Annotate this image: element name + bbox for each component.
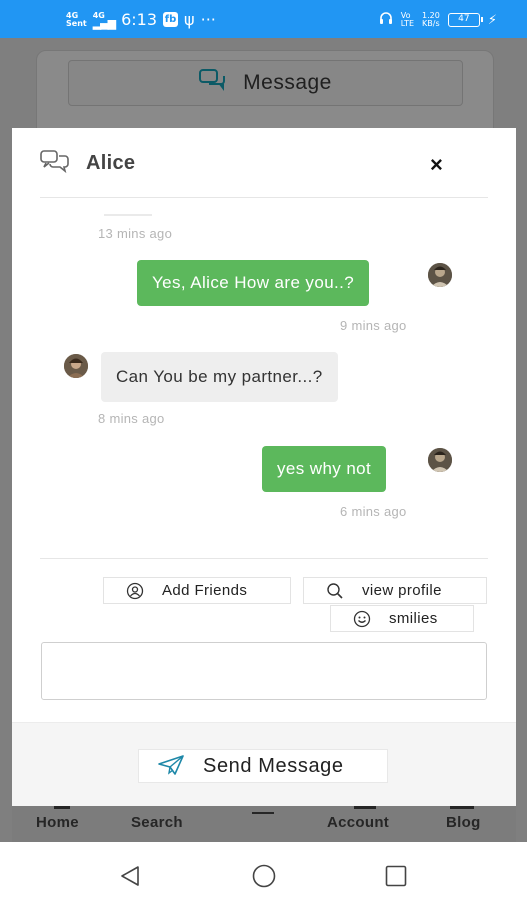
signal-icon: ▂▄▆ (92, 16, 116, 30)
view-profile-label: view profile (362, 582, 442, 599)
avatar (428, 263, 452, 287)
message-list[interactable]: 13 mins ago Yes, Alice How are you..? 9 … (12, 200, 516, 556)
paper-plane-icon (157, 754, 187, 778)
search-icon (326, 582, 344, 600)
battery-icon: 47 (447, 13, 483, 27)
recents-icon[interactable] (385, 865, 407, 892)
outgoing-message: Yes, Alice How are you..? (137, 260, 370, 306)
back-icon[interactable] (118, 864, 142, 893)
view-profile-button[interactable]: view profile (303, 577, 487, 604)
home-icon (54, 806, 70, 809)
avatar (64, 354, 88, 378)
menu-icon[interactable] (252, 812, 274, 814)
send-message-label: Send Message (203, 754, 344, 777)
account-icon (354, 806, 376, 809)
charging-icon: ⚡ (487, 12, 497, 28)
more-notifications-icon: ··· (200, 10, 216, 29)
network-1-label: Sent (66, 18, 87, 28)
nav-account[interactable]: Account (327, 814, 389, 831)
blog-icon (450, 806, 474, 809)
usb-icon: ψ (184, 10, 195, 29)
speed-unit: KB/s (422, 19, 440, 28)
network-indicator-2: 4G ▂▄▆ (92, 11, 116, 30)
background-message-label: Message (243, 71, 332, 94)
message-time: 6 mins ago (340, 504, 407, 519)
avatar (428, 448, 452, 472)
facebook-icon: fb (163, 12, 179, 27)
message-time: 9 mins ago (340, 318, 407, 333)
network-speed: 1.20 KB/s (422, 12, 440, 28)
truncated-message (104, 214, 152, 216)
message-input[interactable] (41, 642, 487, 700)
message-time: 13 mins ago (98, 226, 173, 241)
incoming-message: Can You be my partner...? (101, 352, 338, 402)
status-bar: 4G Sent 4G ▂▄▆ 6:13 fb ψ ··· Vo LTE 1.20… (0, 0, 527, 38)
user-circle-icon (126, 582, 144, 600)
add-friends-button[interactable]: Add Friends (103, 577, 291, 604)
nav-home[interactable]: Home (36, 814, 79, 831)
chat-title: Alice (86, 152, 136, 174)
network-indicator-1: 4G Sent (66, 11, 87, 28)
nav-search[interactable]: Search (131, 814, 183, 831)
close-icon[interactable]: × (430, 152, 443, 178)
volte-indicator: Vo LTE (401, 12, 414, 28)
nav-blog[interactable]: Blog (446, 814, 481, 831)
smilies-button[interactable]: smilies (330, 605, 474, 632)
header-divider (40, 197, 488, 198)
status-bar-right: Vo LTE 1.20 KB/s 47 ⚡ (379, 11, 497, 29)
message-time: 8 mins ago (98, 411, 165, 426)
volte-bottom: LTE (400, 19, 415, 28)
status-bar-left: 4G Sent 4G ▂▄▆ 6:13 fb ψ ··· (66, 10, 216, 29)
system-nav-bar (0, 842, 527, 900)
home-circle-icon[interactable] (251, 864, 277, 893)
background-message-button[interactable]: Message (68, 60, 463, 106)
outgoing-message: yes why not (262, 446, 387, 492)
chat-bubbles-icon (199, 69, 227, 97)
send-message-button[interactable]: Send Message (138, 749, 388, 783)
modal-header: Alice × (12, 128, 516, 198)
modal-footer: Send Message (12, 722, 516, 806)
bottom-nav: Home Search Account Blog (12, 806, 516, 842)
chat-divider (40, 558, 488, 559)
smilies-label: smilies (389, 610, 438, 627)
clock: 6:13 (121, 10, 158, 29)
headphones-icon (379, 11, 393, 29)
chat-modal: Alice × 13 mins ago Yes, Alice How are y… (12, 128, 516, 806)
conversation-icon (40, 150, 72, 176)
add-friends-label: Add Friends (162, 582, 248, 599)
smiley-icon (353, 610, 371, 628)
